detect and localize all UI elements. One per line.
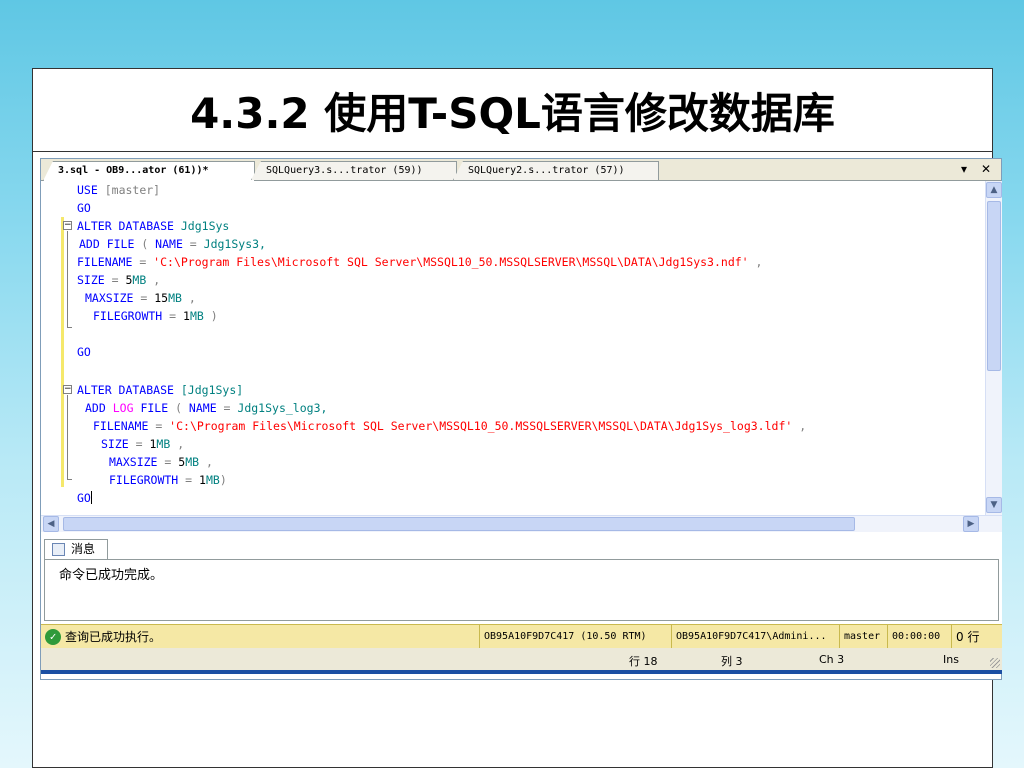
code-line-15: FILEGROWTH = 1MB) [109, 473, 227, 487]
scroll-thumb[interactable] [987, 201, 1001, 371]
tab-sqlquery2[interactable]: SQLQuery2.s...trator (57)) [453, 161, 659, 180]
fold-guide [67, 231, 68, 327]
column-indicator: 列 3 [721, 655, 743, 668]
code-line-12: FILENAME = 'C:\Program Files\Microsoft S… [93, 419, 807, 433]
tab-sqlquery3[interactable]: SQLQuery3.s...trator (59)) [251, 161, 457, 180]
code-line-6: SIZE = 5MB , [77, 273, 161, 287]
scroll-up-icon[interactable]: ▲ [986, 182, 1002, 198]
code-line-8: FILEGROWTH = 1MB ) [93, 309, 218, 323]
fold-guide [67, 395, 68, 479]
code-line-11: ADD LOG FILE ( NAME = Jdg1Sys_log3, [85, 401, 328, 415]
code-line-10: ALTER DATABASE [Jdg1Sys] [77, 383, 244, 397]
close-icon[interactable]: ✕ [981, 162, 991, 176]
scroll-left-icon[interactable]: ◀ [43, 516, 59, 532]
text-cursor [90, 491, 92, 504]
code-line-16: GO [77, 491, 92, 505]
code-line-2: GO [77, 201, 91, 215]
collapse-icon[interactable]: − [63, 221, 72, 230]
result-message: 命令已成功完成。 [59, 568, 164, 583]
status-rows: 0 行 [951, 625, 1002, 649]
code-line-14: MAXSIZE = 5MB , [109, 455, 213, 469]
line-indicator: 行 18 [629, 655, 658, 668]
query-status-bar: ✓ 查询已成功执行。 OB95A10F9D7C417 (10.50 RTM) O… [41, 624, 1002, 649]
message-icon [52, 543, 65, 556]
fold-end [67, 327, 72, 328]
hscroll-thumb[interactable] [63, 517, 855, 531]
insert-mode-indicator: Ins [943, 653, 959, 666]
code-line-1: USE [master] [77, 183, 161, 197]
change-marker [61, 217, 64, 487]
status-time: 00:00:00 [887, 625, 951, 649]
tab-messages[interactable]: 消息 [44, 539, 108, 559]
messages-panel[interactable]: 命令已成功完成。 [44, 559, 999, 621]
slide-title: 4.3.2 使用T-SQL语言修改数据库 [190, 88, 835, 138]
status-database: master [839, 625, 887, 649]
success-check-icon: ✓ [45, 629, 61, 645]
code-editor[interactable]: USE [master] GO − ALTER DATABASE Jdg1Sys… [41, 181, 985, 515]
results-pane: 消息 命令已成功完成。 [41, 532, 1002, 624]
tab-dropdown-icon[interactable]: ▾ [961, 162, 967, 176]
tab-3-sql[interactable]: 3.sql - OB9...ator (61))* [43, 161, 255, 181]
status-user: OB95A10F9D7C417\Admini... [671, 625, 839, 649]
resize-grip-icon[interactable] [990, 658, 1000, 668]
document-tab-strip: 3.sql - OB9...ator (61))* SQLQuery3.s...… [41, 159, 1001, 181]
editor-horizontal-scrollbar[interactable]: ◀ ▶ [41, 515, 1002, 532]
fold-end [67, 479, 72, 480]
ssms-query-window: 3.sql - OB9...ator (61))* SQLQuery3.s...… [40, 158, 1002, 680]
code-line-3: ALTER DATABASE Jdg1Sys [77, 219, 230, 233]
code-line-13: SIZE = 1MB , [101, 437, 185, 451]
code-line-7: MAXSIZE = 15MB , [85, 291, 196, 305]
code-line-5: FILENAME = 'C:\Program Files\Microsoft S… [77, 255, 763, 269]
status-server: OB95A10F9D7C417 (10.50 RTM) [479, 625, 671, 649]
slide-title-box: 4.3.2 使用T-SQL语言修改数据库 [32, 68, 993, 152]
char-indicator: Ch 3 [819, 653, 845, 666]
status-message: 查询已成功执行。 [65, 630, 162, 644]
collapse-icon[interactable]: − [63, 385, 72, 394]
scroll-right-icon[interactable]: ▶ [963, 516, 979, 532]
code-line-4: ADD FILE ( NAME = Jdg1Sys3, [79, 237, 266, 251]
code-line-9: GO [77, 345, 91, 359]
messages-tab-label: 消息 [71, 542, 96, 556]
editor-position-bar: 行 18 列 3 Ch 3 Ins [41, 648, 1002, 674]
scroll-down-icon[interactable]: ▼ [986, 497, 1002, 513]
editor-vertical-scrollbar[interactable]: ▲ ▼ [985, 181, 1002, 515]
